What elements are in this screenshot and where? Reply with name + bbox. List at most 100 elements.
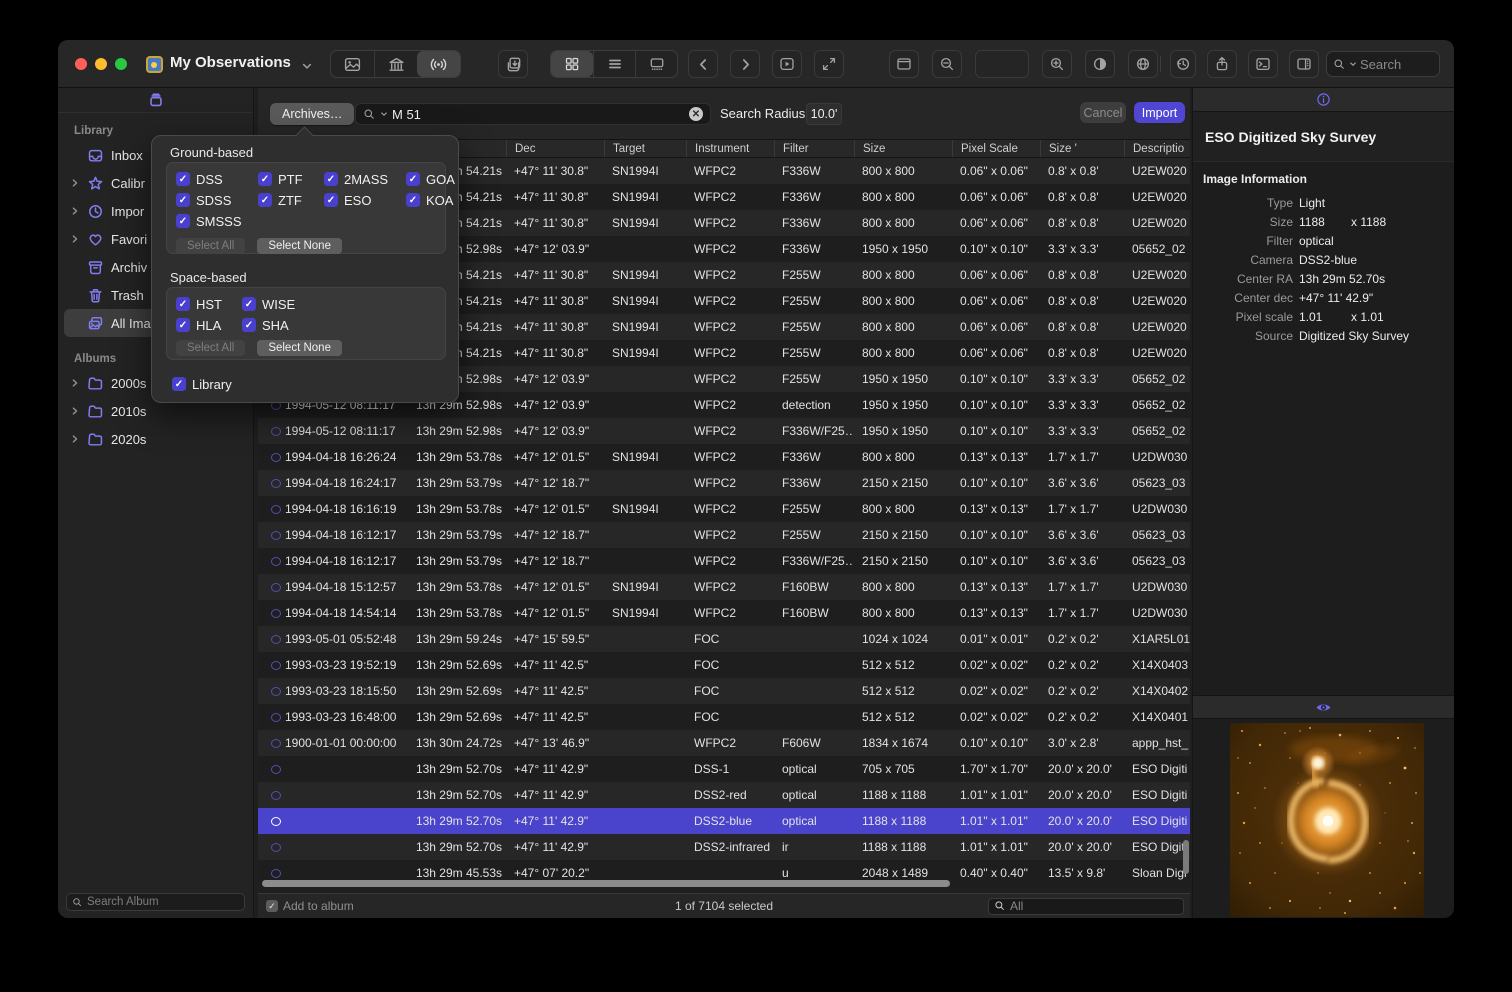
space-select-all-button[interactable]: Select All <box>176 340 245 356</box>
history-button[interactable] <box>1170 50 1196 78</box>
sidebar-item-label: Calibr <box>111 176 145 191</box>
archive-checkbox[interactable]: HLA <box>176 318 242 332</box>
contrast-button[interactable] <box>1085 50 1115 78</box>
archive-checkbox[interactable]: GOA <box>406 172 476 186</box>
album-search-field[interactable]: Search Album <box>66 893 245 911</box>
library-picker[interactable] <box>58 88 253 113</box>
library-checkbox[interactable]: Library <box>172 377 232 391</box>
checkbox-checked-icon <box>176 297 190 311</box>
clear-search-icon[interactable]: ✕ <box>689 107 703 121</box>
disclosure-chevron-icon[interactable] <box>66 234 84 244</box>
list-view-icon[interactable] <box>593 51 635 77</box>
eye-preview-icon[interactable] <box>1315 699 1332 716</box>
info-icon[interactable] <box>1316 92 1331 107</box>
target-search-field[interactable]: M 51 ✕ <box>355 103 711 125</box>
archive-checkbox[interactable]: PTF <box>258 172 324 186</box>
fit-to-window-button[interactable] <box>814 50 844 78</box>
import-button[interactable]: Import <box>1134 102 1185 123</box>
archive-checkbox[interactable]: ZTF <box>258 193 324 207</box>
cell-dec: +47° 11' 30.8" <box>506 216 604 230</box>
table-row[interactable]: 1994-04-18 16:12:17 13h 29m 53.79s +47° … <box>258 522 1190 548</box>
archive-checkbox[interactable]: WISE <box>242 297 322 311</box>
slideshow-button[interactable] <box>772 50 802 78</box>
window-title[interactable]: My Observations <box>170 54 291 71</box>
archive-checkbox[interactable]: 2MASS <box>324 172 406 186</box>
archive-checkbox[interactable]: ESO <box>324 193 406 207</box>
disclosure-chevron-icon[interactable] <box>66 406 84 416</box>
table-row[interactable]: 1993-03-23 19:52:19 13h 29m 52.69s +47° … <box>258 652 1190 678</box>
broadcast-view-icon[interactable] <box>417 51 460 77</box>
cell-size: 1950 x 1950 <box>854 372 952 386</box>
table-row[interactable]: 1994-04-18 16:12:17 13h 29m 53.79s +47° … <box>258 548 1190 574</box>
disclosure-chevron-icon[interactable] <box>66 178 84 188</box>
info-field-value: Digitized Sky Survey <box>1299 329 1409 343</box>
table-row[interactable]: 1994-04-18 14:54:14 13h 29m 53.78s +47° … <box>258 600 1190 626</box>
zoom-in-button[interactable] <box>1042 50 1072 78</box>
column-header[interactable]: Instrument <box>686 140 774 157</box>
table-row[interactable]: 1994-04-18 15:12:57 13h 29m 53.78s +47° … <box>258 574 1190 600</box>
archives-button[interactable]: Archives… <box>270 103 354 125</box>
disclosure-chevron-icon[interactable] <box>66 206 84 216</box>
horizontal-scrollbar[interactable] <box>262 880 950 887</box>
inspector-toggle-button[interactable] <box>1289 50 1319 78</box>
column-header[interactable]: Target <box>604 140 686 157</box>
table-row[interactable]: 13h 29m 52.70s +47° 11' 42.9" DSS2-red o… <box>258 782 1190 808</box>
archive-checkbox[interactable]: SHA <box>242 318 322 332</box>
share-button[interactable] <box>1207 50 1237 78</box>
canvas-button[interactable] <box>889 50 919 78</box>
table-row[interactable]: 13h 29m 52.70s +47° 11' 42.9" DSS2-infra… <box>258 834 1190 860</box>
photos-view-icon[interactable] <box>331 51 374 77</box>
gallery-view-icon[interactable] <box>635 51 677 77</box>
table-row[interactable]: 1993-03-23 18:15:50 13h 29m 52.69s +47° … <box>258 678 1190 704</box>
table-row[interactable]: 1900-01-01 00:00:00 13h 30m 24.72s +47° … <box>258 730 1190 756</box>
ground-select-all-button[interactable]: Select All <box>176 238 245 254</box>
results-filter-field[interactable]: All <box>988 898 1184 915</box>
table-row[interactable]: 1993-03-23 16:48:00 13h 29m 52.69s +47° … <box>258 704 1190 730</box>
globe-button[interactable] <box>1128 50 1158 78</box>
museum-view-icon[interactable] <box>374 51 417 77</box>
disclosure-chevron-icon[interactable] <box>66 378 84 388</box>
cell-pixel-scale: 0.06" x 0.06" <box>952 268 1040 282</box>
toolbar-search-field[interactable]: Search <box>1326 51 1440 77</box>
zoom-window-button[interactable] <box>115 58 127 70</box>
table-row[interactable]: 1994-05-12 08:11:17 13h 29m 52.98s +47° … <box>258 418 1190 444</box>
table-row[interactable]: 13h 29m 52.70s +47° 11' 42.9" DSS2-blue … <box>258 808 1190 834</box>
sidebar-album-2020s[interactable]: 2020s <box>64 425 247 453</box>
disclosure-chevron-icon[interactable] <box>66 434 84 444</box>
back-button[interactable] <box>688 50 718 78</box>
terminal-button[interactable] <box>1248 50 1278 78</box>
ground-select-none-button[interactable]: Select None <box>257 238 342 254</box>
column-header[interactable]: Pixel Scale <box>952 140 1040 157</box>
zoom-level-field[interactable] <box>975 50 1029 78</box>
table-row[interactable]: 1993-05-01 05:52:48 13h 29m 59.24s +47° … <box>258 626 1190 652</box>
table-row[interactable]: 1994-04-18 16:26:24 13h 29m 53.78s +47° … <box>258 444 1190 470</box>
zoom-out-button[interactable] <box>932 50 962 78</box>
galaxy-preview-image[interactable] <box>1230 723 1424 917</box>
column-header[interactable]: Filter <box>774 140 854 157</box>
table-row[interactable]: 13h 29m 52.70s +47° 11' 42.9" DSS-1 opti… <box>258 756 1190 782</box>
close-window-button[interactable] <box>75 58 87 70</box>
grid-view-icon[interactable] <box>551 51 593 77</box>
archive-checkbox[interactable]: SDSS <box>176 193 258 207</box>
chevron-down-icon[interactable] <box>301 59 313 77</box>
cell-target: SN1994I <box>604 268 686 282</box>
column-header[interactable]: Descriptio <box>1124 140 1190 157</box>
import-library-button[interactable] <box>498 50 528 78</box>
column-header[interactable]: Size <box>854 140 952 157</box>
vertical-scrollbar[interactable] <box>1183 840 1189 874</box>
archive-checkbox[interactable]: DSS <box>176 172 258 186</box>
archive-checkbox[interactable]: HST <box>176 297 242 311</box>
search-radius-field[interactable]: 10.0' <box>806 103 842 125</box>
table-row[interactable]: 1994-04-18 16:16:19 13h 29m 53.78s +47° … <box>258 496 1190 522</box>
toolbar-search-placeholder: Search <box>1360 57 1401 72</box>
archive-checkbox[interactable]: SMSSS <box>176 214 258 228</box>
archive-checkbox[interactable]: KOA <box>406 193 476 207</box>
cell-instrument: FOC <box>686 658 774 672</box>
forward-button[interactable] <box>730 50 760 78</box>
column-header[interactable]: Size ' <box>1040 140 1124 157</box>
column-header[interactable]: Dec <box>506 140 604 157</box>
table-row[interactable]: 1994-04-18 16:24:17 13h 29m 53.79s +47° … <box>258 470 1190 496</box>
minimize-window-button[interactable] <box>95 58 107 70</box>
cancel-button[interactable]: Cancel <box>1080 102 1126 123</box>
space-select-none-button[interactable]: Select None <box>257 340 342 356</box>
